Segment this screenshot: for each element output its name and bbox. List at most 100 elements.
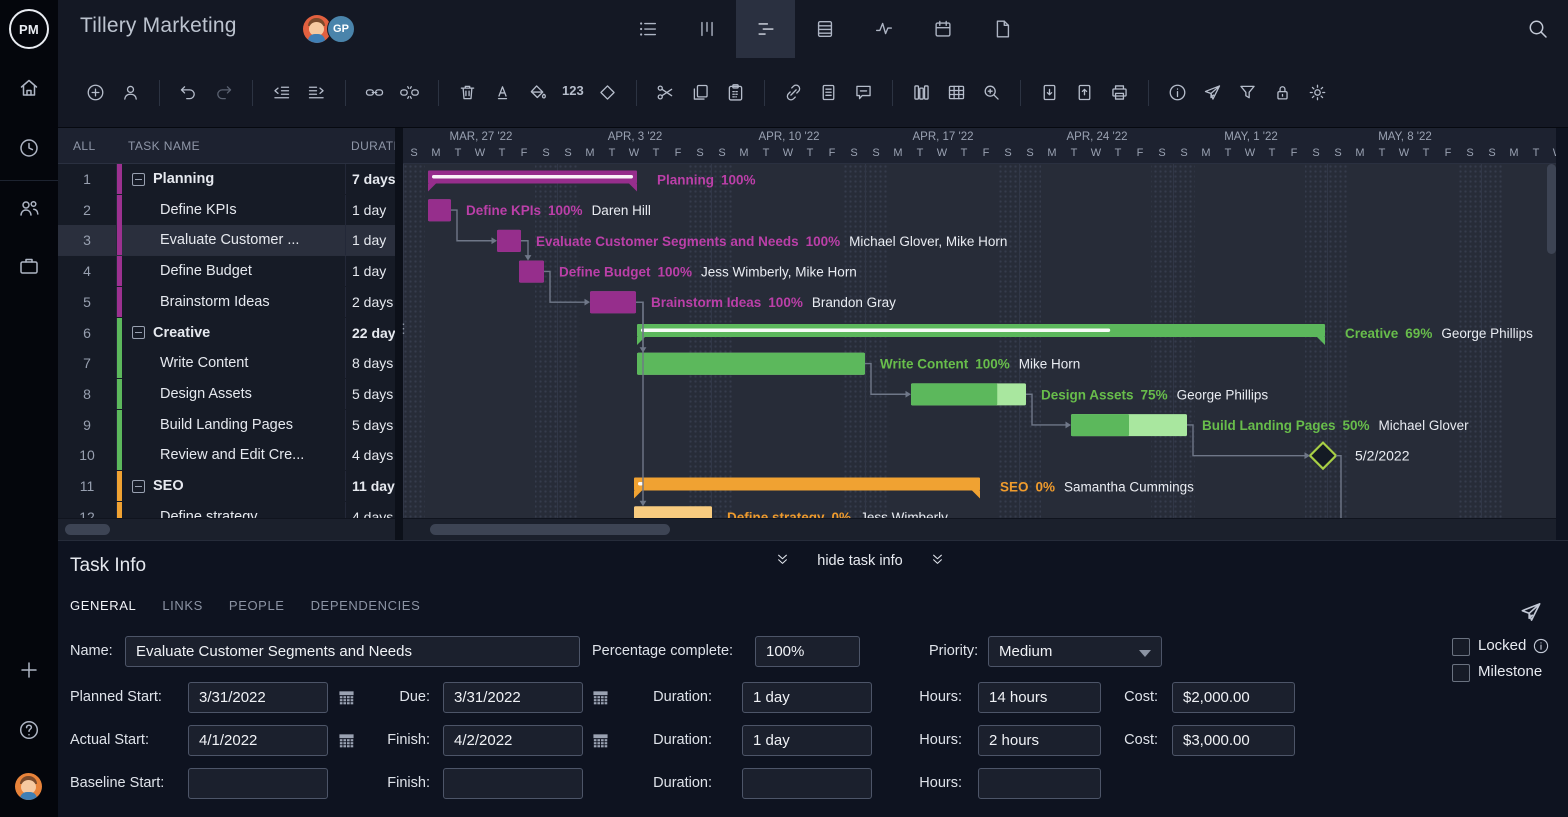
filter-button[interactable]: [1230, 75, 1265, 110]
task-row[interactable]: 3Evaluate Customer ...1 day: [58, 225, 395, 256]
day-letter: T: [1525, 147, 1547, 159]
collapse-icon[interactable]: [132, 173, 145, 186]
task-row[interactable]: 8Design Assets5 days: [58, 379, 395, 410]
priority-select[interactable]: Medium: [988, 636, 1162, 667]
day-letter: F: [1129, 147, 1151, 159]
grid-gantt-splitter[interactable]: ⋮: [395, 128, 403, 540]
grid-hscroll-thumb[interactable]: [65, 524, 110, 535]
team-icon[interactable]: [17, 196, 41, 220]
column-header-all[interactable]: ALL: [73, 139, 96, 153]
task-row[interactable]: 5Brainstorm Ideas2 days: [58, 287, 395, 318]
locked-checkbox[interactable]: [1452, 638, 1470, 656]
undo-button[interactable]: [171, 75, 206, 110]
gantt-vscroll-track[interactable]: [1547, 133, 1556, 518]
info-button[interactable]: [1160, 75, 1195, 110]
gantt-summary-bar[interactable]: [634, 478, 980, 491]
view-tab-list-view[interactable]: [618, 0, 677, 58]
numbers-button[interactable]: 123: [555, 75, 590, 110]
cost-field[interactable]: $3,000.00: [1172, 725, 1295, 756]
hours-field[interactable]: [978, 768, 1101, 799]
milestone-diamond-button[interactable]: [590, 75, 625, 110]
indent-icon: [306, 82, 327, 103]
column-header-duration[interactable]: DURATION: [351, 139, 395, 153]
task-grid-header: ALL TASK NAME DURATION: [58, 128, 395, 164]
panel-tab-links[interactable]: LINKS: [162, 598, 203, 613]
collapse-icon[interactable]: [132, 326, 145, 339]
zoom-in-button[interactable]: [974, 75, 1009, 110]
font-style-button[interactable]: [485, 75, 520, 110]
send-plane-icon[interactable]: [1518, 599, 1544, 625]
task-row[interactable]: 2Define KPIs1 day: [58, 195, 395, 226]
redo-button[interactable]: [206, 75, 241, 110]
milestone-checkbox[interactable]: [1452, 664, 1470, 682]
import-button[interactable]: [1032, 75, 1067, 110]
view-tab-calendar-view[interactable]: [913, 0, 972, 58]
copy-button[interactable]: [683, 75, 718, 110]
collapse-icon[interactable]: [132, 480, 145, 493]
task-row[interactable]: 4Define Budget1 day: [58, 256, 395, 287]
view-tab-gantt-view[interactable]: [736, 0, 795, 58]
day-letter: F: [821, 147, 843, 159]
delete-button[interactable]: [450, 75, 485, 110]
percentage-complete-field[interactable]: 100%: [755, 636, 860, 667]
view-tab-sheet-view[interactable]: [795, 0, 854, 58]
task-row[interactable]: 9Build Landing Pages5 days: [58, 410, 395, 441]
task-row[interactable]: 10Review and Edit Cre...4 days: [58, 440, 395, 471]
add-plus-icon[interactable]: [17, 658, 41, 682]
link-tasks-button[interactable]: [357, 75, 392, 110]
panel-tab-general[interactable]: GENERAL: [70, 598, 136, 613]
avatar-initials[interactable]: GP: [327, 15, 355, 43]
table-grid-button[interactable]: [939, 75, 974, 110]
name-field[interactable]: Evaluate Customer Segments and Needs: [125, 636, 580, 667]
settings-button[interactable]: [1300, 75, 1335, 110]
gantt-hscroll-thumb[interactable]: [430, 524, 670, 535]
outdent-button[interactable]: [264, 75, 299, 110]
task-name-label: Evaluate Customer ...: [160, 232, 299, 248]
panel-tab-people[interactable]: PEOPLE: [229, 598, 285, 613]
lock-button[interactable]: [1265, 75, 1300, 110]
help-icon[interactable]: [17, 718, 41, 742]
print-button[interactable]: [1102, 75, 1137, 110]
panel-tab-dependencies[interactable]: DEPENDENCIES: [311, 598, 421, 613]
app-logo[interactable]: PM: [0, 0, 58, 58]
recent-clock-icon[interactable]: [17, 136, 41, 160]
fill-color-button[interactable]: [520, 75, 555, 110]
attach-link-button[interactable]: [776, 75, 811, 110]
locked-info-icon[interactable]: [1532, 637, 1550, 655]
task-row[interactable]: 1Planning7 days: [58, 164, 395, 195]
add-task-button[interactable]: [78, 75, 113, 110]
column-header-task-name[interactable]: TASK NAME: [128, 139, 200, 153]
task-info-panel: Task Info hide task info GENERALLINKSPEO…: [0, 540, 1568, 817]
summary-progress-line: [641, 329, 1110, 333]
view-tab-activity-view[interactable]: [854, 0, 913, 58]
milestone-diamond[interactable]: [1310, 443, 1336, 469]
splitter-handle-icon[interactable]: ⋮: [397, 326, 410, 332]
assign-user-button[interactable]: [113, 75, 148, 110]
view-tab-page-view[interactable]: [972, 0, 1031, 58]
user-avatar[interactable]: [15, 773, 42, 800]
home-icon[interactable]: [17, 76, 41, 100]
task-row[interactable]: 11SEO11 days: [58, 471, 395, 502]
view-tab-board-view[interactable]: [677, 0, 736, 58]
columns-button[interactable]: [904, 75, 939, 110]
unlink-tasks-button[interactable]: [392, 75, 427, 110]
share-plane-button[interactable]: [1195, 75, 1230, 110]
gantt-hscroll-track[interactable]: [403, 518, 1556, 540]
gantt-vscroll-thumb[interactable]: [1547, 164, 1556, 254]
hide-task-info-button[interactable]: hide task info: [700, 552, 1020, 569]
gantt-body[interactable]: Planning100%Define KPIs100%Daren HillEva…: [403, 164, 1556, 540]
notes-button[interactable]: [811, 75, 846, 110]
grid-hscroll-track[interactable]: [58, 518, 395, 540]
portfolio-icon[interactable]: [17, 254, 41, 278]
search-icon[interactable]: [1526, 17, 1550, 41]
cost-field[interactable]: $2,000.00: [1172, 682, 1295, 713]
task-row[interactable]: 7Write Content8 days: [58, 348, 395, 379]
indent-button[interactable]: [299, 75, 334, 110]
task-row[interactable]: 6Creative22 days: [58, 318, 395, 349]
cut-button[interactable]: [648, 75, 683, 110]
paste-button[interactable]: [718, 75, 753, 110]
export-button[interactable]: [1067, 75, 1102, 110]
gantt-bar-label: Build Landing Pages50%Michael Glover: [1202, 418, 1469, 433]
comment-button[interactable]: [846, 75, 881, 110]
chevrons-down-icon: [774, 552, 791, 569]
